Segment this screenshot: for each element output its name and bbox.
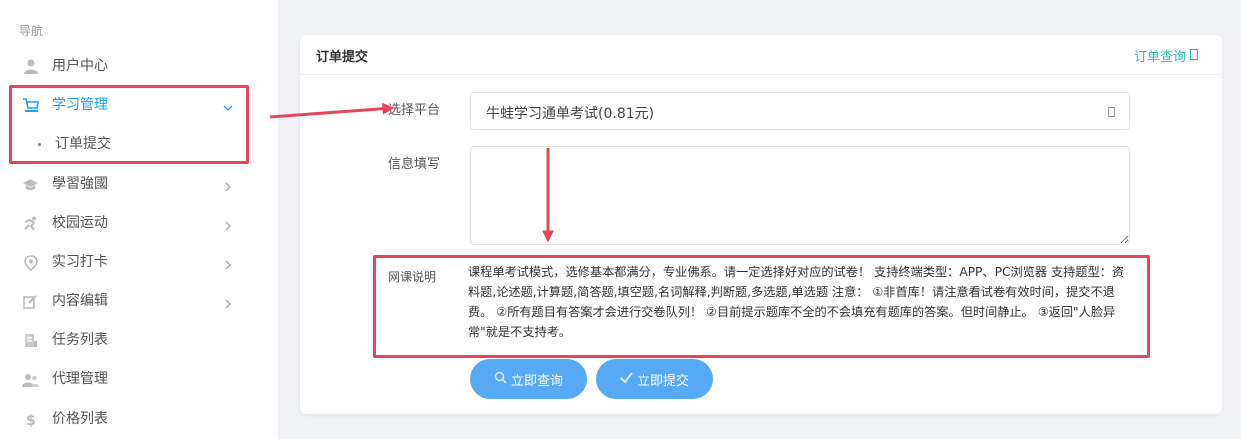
sidebar-item-user-center[interactable]: 用户中心 bbox=[0, 47, 279, 86]
sidebar-item-internship-checkin[interactable]: 实习打卡 bbox=[0, 243, 279, 282]
annotation-highlight-notice bbox=[373, 255, 1150, 358]
order-query-link[interactable]: 订单查询 bbox=[1134, 46, 1186, 65]
sidebar-item-label: 价格列表 bbox=[52, 411, 108, 427]
sidebar-item-label: 學習強國 bbox=[52, 176, 108, 192]
task-list-icon bbox=[22, 332, 39, 349]
link-icon[interactable] bbox=[1190, 49, 1198, 60]
dollar-icon: $ bbox=[22, 411, 39, 428]
sidebar-item-label: 代理管理 bbox=[52, 371, 108, 387]
select-arrow-icon bbox=[1108, 107, 1115, 117]
check-icon bbox=[620, 371, 633, 388]
sidebar: 导航 用户中心 学习管理 订单提交 學習強國 校园运动 实习打卡 内容编辑 任务… bbox=[0, 0, 279, 439]
chevron-right-icon bbox=[222, 178, 234, 192]
platform-select-value: 牛蛙学习通单考试(0.81元) bbox=[486, 106, 655, 122]
query-button-label: 立即查询 bbox=[510, 373, 563, 389]
card-title: 订单提交 bbox=[316, 50, 369, 65]
edit-icon bbox=[22, 293, 39, 310]
graduation-cap-icon bbox=[22, 176, 39, 193]
sidebar-item-label: 任务列表 bbox=[52, 332, 108, 348]
query-button[interactable]: 立即查询 bbox=[470, 359, 587, 399]
user-icon bbox=[22, 58, 39, 75]
info-textarea[interactable] bbox=[470, 146, 1130, 245]
chevron-right-icon bbox=[222, 217, 234, 231]
card-header: 订单提交 订单查询 bbox=[300, 35, 1222, 75]
agents-icon bbox=[22, 371, 39, 388]
info-label: 信息填写 bbox=[388, 157, 441, 172]
sidebar-item-label: 用户中心 bbox=[52, 58, 108, 74]
sidebar-item-label: 实习打卡 bbox=[52, 254, 108, 270]
nav-heading: 导航 bbox=[19, 24, 44, 38]
sidebar-item-label: 校园运动 bbox=[52, 215, 108, 231]
location-pin-icon bbox=[22, 254, 39, 271]
chevron-right-icon bbox=[222, 295, 234, 309]
sidebar-item-label: 内容编辑 bbox=[52, 293, 108, 309]
sidebar-item-agent-management[interactable]: 代理管理 bbox=[0, 360, 279, 399]
sidebar-item-content-edit[interactable]: 内容编辑 bbox=[0, 282, 279, 321]
running-icon bbox=[22, 215, 39, 232]
sidebar-item-campus-sports[interactable]: 校园运动 bbox=[0, 204, 279, 243]
platform-select[interactable]: 牛蛙学习通单考试(0.81元) bbox=[470, 92, 1130, 130]
chevron-right-icon bbox=[222, 256, 234, 270]
submit-button[interactable]: 立即提交 bbox=[596, 359, 713, 399]
sidebar-item-task-list[interactable]: 任务列表 bbox=[0, 321, 279, 360]
sidebar-item-price-list[interactable]: $ 价格列表 bbox=[0, 400, 279, 439]
sidebar-item-xuexi-qiangguo[interactable]: 學習強國 bbox=[0, 165, 279, 204]
platform-label: 选择平台 bbox=[388, 103, 441, 118]
search-icon bbox=[494, 371, 507, 388]
submit-button-label: 立即提交 bbox=[636, 373, 689, 389]
annotation-highlight-sidebar bbox=[9, 85, 249, 164]
svg-text:$: $ bbox=[26, 413, 36, 428]
